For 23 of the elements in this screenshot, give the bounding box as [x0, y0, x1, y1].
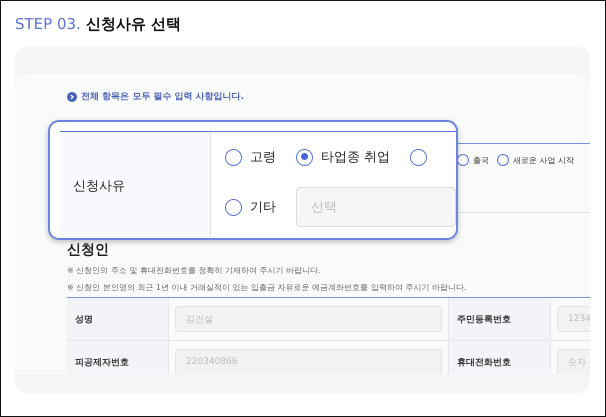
radio-label[interactable]: 출국: [473, 154, 489, 166]
field-label: 피공제자번호: [75, 356, 129, 368]
radio-label[interactable]: 기타: [250, 198, 276, 216]
radio-label[interactable]: 타업종 취업: [321, 148, 390, 166]
note-text: ※ 신청인 본인명의 최근 1년 이내 거래실적이 있는 입출금 자유로운 예금계좌번호를 입력하여 주시기 바랍니다.: [67, 282, 468, 293]
chevron-circle-icon: [67, 92, 77, 102]
radio-button[interactable]: [497, 154, 509, 166]
section-title: 신청사유 선택: [86, 14, 182, 34]
field-label: 신청사유: [73, 178, 125, 194]
field-label: 주민등록번호: [457, 314, 511, 326]
step-number: STEP 03.: [15, 15, 81, 33]
radio-button[interactable]: [225, 198, 242, 216]
radio-button[interactable]: [410, 148, 428, 166]
radio-label[interactable]: 새로운 사업 시작: [513, 154, 574, 166]
radio-label[interactable]: 고령: [250, 148, 276, 166]
field-label: 휴대전화번호: [457, 356, 511, 368]
radio-button[interactable]: [457, 154, 469, 166]
note-text: ※ 신청인의 주소 및 휴대전화번호를 정확히 기재하여 주시기 바랍니다.: [67, 265, 322, 276]
radio-button[interactable]: [225, 148, 242, 166]
section-heading: 신청인: [67, 241, 110, 259]
field-label: 성명: [75, 314, 93, 326]
notice-text: 전체 항목은 모두 필수 입력 사항입니다.: [81, 91, 244, 103]
radio-button[interactable]: [296, 148, 313, 166]
